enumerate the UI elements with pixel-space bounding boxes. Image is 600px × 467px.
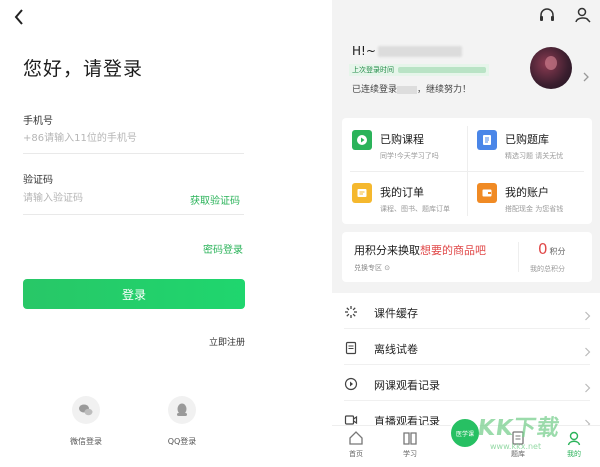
login-button[interactable]: 登录	[23, 279, 245, 309]
exchange-link-label: 兑换专区	[354, 264, 382, 272]
home-icon	[348, 430, 364, 446]
points-label: 我的总积分	[530, 265, 565, 273]
chevron-right-icon	[584, 342, 591, 357]
loading-icon	[344, 304, 358, 318]
profile-header[interactable]: H!~ 上次登录时间 已连续登录 ，继续努力！	[332, 30, 600, 106]
phone-label: 手机号	[23, 116, 53, 127]
order-icon	[352, 183, 372, 203]
list-item-courseware-cache[interactable]: 课件缓存	[332, 293, 600, 329]
streak-suffix: ，继续努力！	[417, 85, 472, 95]
greeting: H!~	[352, 44, 462, 58]
card-title: 已购题库	[505, 133, 549, 146]
wechat-login-label: 微信登录	[70, 437, 102, 446]
code-label: 验证码	[23, 175, 53, 186]
tab-label: 题库	[511, 450, 525, 458]
points-value: 0 积分	[538, 240, 566, 258]
separator-gap	[268, 0, 332, 467]
points-promo-prefix: 用积分来换取	[354, 244, 420, 257]
card-subtitle: 课程、图书、题库订单	[380, 205, 450, 213]
card-subtitle: 精选习题 请关无忧	[505, 152, 564, 160]
streak-prefix: 已连续登录	[352, 85, 398, 95]
avatar[interactable]	[530, 47, 572, 89]
points-number: 0	[538, 240, 548, 258]
center-tab-label: 医学课	[455, 430, 474, 438]
quiz-icon	[510, 430, 526, 446]
last-login-badge: 上次登录时间	[349, 64, 489, 76]
list-item-course-history[interactable]: 网课观看记录	[332, 365, 600, 401]
code-input[interactable]	[23, 188, 183, 208]
tab-me[interactable]: 我的	[554, 430, 594, 459]
card-title: 已购课程	[380, 133, 424, 146]
tab-quiz[interactable]: 题库	[498, 430, 538, 459]
blurred-username	[377, 46, 462, 57]
back-arrow-icon[interactable]	[12, 8, 28, 26]
wechat-icon	[72, 396, 100, 424]
divider	[23, 214, 244, 215]
divider	[350, 171, 584, 172]
exchange-link[interactable]: 兑换专区 ⊙	[354, 263, 390, 273]
user-settings-icon[interactable]	[574, 6, 592, 24]
document-icon	[477, 130, 497, 150]
list-item-label: 课件缓存	[374, 307, 418, 320]
me-icon	[566, 430, 582, 446]
book-icon	[402, 430, 418, 446]
card-title: 我的账户	[505, 186, 549, 199]
divider	[518, 242, 519, 272]
greeting-text: H!~	[352, 44, 376, 58]
register-link[interactable]: 立即注册	[209, 335, 245, 348]
screenshot-root: 您好，请登录 手机号 验证码 获取验证码 密码登录 登录 立即注册 微信登录 Q…	[0, 0, 600, 467]
blurred-time	[398, 67, 486, 73]
login-screen: 您好，请登录 手机号 验证码 获取验证码 密码登录 登录 立即注册 微信登录 Q…	[0, 0, 268, 467]
points-promo-highlight: 想要的商品吧	[420, 244, 486, 257]
chevron-right-icon	[584, 378, 591, 393]
tab-label: 首页	[349, 450, 363, 458]
phone-input[interactable]	[23, 128, 244, 148]
arrow-circle-icon: ⊙	[384, 264, 391, 272]
points-unit: 积分	[549, 247, 566, 256]
play-record-icon	[344, 376, 358, 391]
menu-list: 课件缓存 离线试卷 网课观看记录 直播观看记录	[332, 293, 600, 433]
list-item-label: 离线试卷	[374, 343, 418, 356]
my-orders-card[interactable]: 我的订单 课程、图书、题库订单	[342, 171, 467, 224]
play-icon	[352, 130, 372, 150]
center-tab-button[interactable]: 医学课	[449, 417, 481, 449]
qq-icon	[168, 396, 196, 424]
card-subtitle: 搭配现金 为您省钱	[505, 205, 564, 213]
card-title: 我的订单	[380, 186, 424, 199]
quick-grid: 已购课程 同学!今天学习了吗 已购题库 精选习题 请关无忧 我的订单 课程、图书…	[342, 118, 592, 224]
tab-label: 学习	[403, 450, 417, 458]
tab-home[interactable]: 首页	[336, 430, 376, 459]
tab-label: 我的	[567, 450, 581, 458]
qq-login-button[interactable]: QQ登录	[152, 396, 212, 447]
streak-text: 已连续登录 ，继续努力！	[352, 82, 471, 95]
password-login-link[interactable]: 密码登录	[203, 241, 243, 256]
chevron-right-icon	[584, 306, 591, 321]
blurred-days	[397, 85, 418, 94]
live-icon	[344, 412, 358, 426]
tab-study[interactable]: 学习	[390, 430, 430, 459]
purchased-courses-card[interactable]: 已购课程 同学!今天学习了吗	[342, 118, 467, 171]
purchased-quizzes-card[interactable]: 已购题库 精选习题 请关无忧	[467, 118, 592, 171]
wechat-login-button[interactable]: 微信登录	[56, 396, 116, 447]
card-subtitle: 同学!今天学习了吗	[380, 152, 439, 160]
list-item-offline-exam[interactable]: 离线试卷	[332, 329, 600, 365]
profile-screen: H!~ 上次登录时间 已连续登录 ，继续努力！ 已购课程 同学!今天学习了吗 已购…	[332, 0, 600, 467]
qq-login-label: QQ登录	[167, 437, 197, 446]
top-icons	[538, 6, 592, 24]
points-promo: 用积分来换取想要的商品吧	[354, 242, 486, 258]
headset-icon[interactable]	[538, 6, 556, 24]
bottom-tab-bar: 首页 学习 医学课 题库 我的	[332, 417, 600, 467]
get-code-button[interactable]: 获取验证码	[190, 192, 240, 207]
divider	[23, 153, 244, 154]
my-account-card[interactable]: 我的账户 搭配现金 为您省钱	[467, 171, 592, 224]
points-card[interactable]: 用积分来换取想要的商品吧 兑换专区 ⊙ 0 积分 我的总积分	[342, 232, 592, 282]
page-title: 您好，请登录	[23, 58, 144, 80]
list-item-label: 网课观看记录	[374, 379, 440, 392]
wallet-icon	[477, 183, 497, 203]
chevron-right-icon	[584, 414, 591, 429]
last-login-label: 上次登录时间	[352, 66, 394, 74]
chevron-right-icon[interactable]	[582, 67, 590, 82]
exam-icon	[344, 340, 358, 355]
